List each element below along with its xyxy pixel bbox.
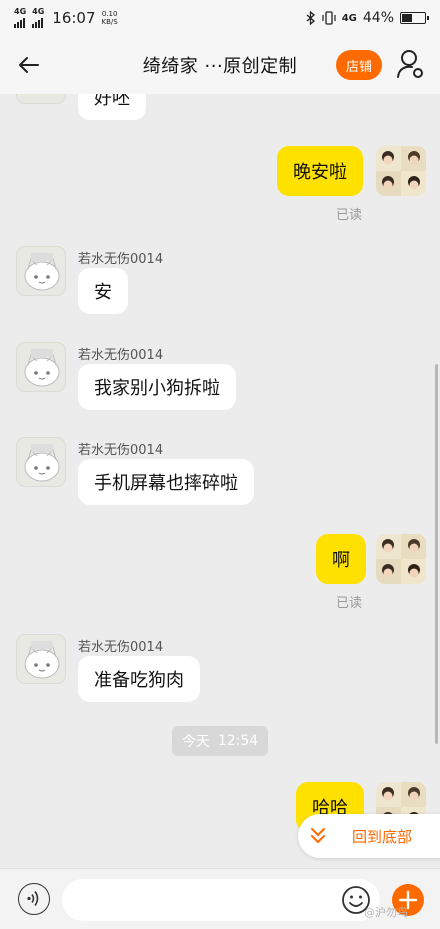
- avatar-photo-collage: [376, 146, 426, 196]
- sender-nickname: 若水无伤0014: [78, 640, 164, 655]
- message-list[interactable]: 好呸 晚安啦 已读 若水无伤0014 安 若水无伤0014 我家别小狗拆啦 若水…: [0, 94, 440, 868]
- network-speed-value: 0.10: [101, 10, 118, 18]
- sender-nickname: 若水无伤0014: [78, 443, 164, 458]
- my-avatar[interactable]: [376, 146, 426, 196]
- message-input[interactable]: [62, 879, 380, 921]
- sender-nickname: 若水无伤0014: [78, 348, 164, 363]
- message-bubble[interactable]: 我家别小狗拆啦: [78, 364, 236, 410]
- message-text: 好呸: [94, 94, 130, 109]
- chat-header: 绮绮家 ···原创定制 店铺: [0, 36, 440, 94]
- shop-button[interactable]: 店铺: [336, 50, 382, 80]
- message-text: 我家别小狗拆啦: [94, 378, 220, 399]
- watermark: @沪勿鸟: [364, 906, 408, 919]
- message-text: 啊: [332, 550, 350, 571]
- battery-icon: [400, 12, 429, 24]
- voice-icon: [27, 891, 39, 906]
- time-separator: 今天 12:54: [172, 726, 268, 756]
- network-type: 4G: [341, 12, 357, 24]
- user-settings-button[interactable]: [396, 48, 426, 80]
- message-bubble[interactable]: 准备吃狗肉: [78, 656, 200, 702]
- signal-1-label: 4G: [14, 7, 27, 16]
- time-clock: 12:54: [217, 733, 259, 749]
- my-message-bubble[interactable]: 啊: [316, 534, 366, 584]
- cat-face-icon: [24, 253, 60, 291]
- message-text: 安: [94, 282, 112, 303]
- user-settings-icon: [397, 50, 423, 78]
- cat-face-icon: [24, 349, 60, 387]
- battery-level: [402, 14, 412, 22]
- signal-bars-icon: [14, 16, 25, 28]
- avatar[interactable]: [16, 437, 66, 487]
- scrollbar[interactable]: [435, 364, 438, 744]
- avatar[interactable]: [16, 634, 66, 684]
- message-bubble[interactable]: 手机屏幕也摔碎啦: [78, 459, 254, 505]
- bluetooth-icon: [306, 11, 315, 25]
- vibrate-icon: [322, 11, 336, 25]
- sender-nickname: 若水无伤0014: [78, 252, 164, 267]
- message-text: 准备吃狗肉: [94, 670, 184, 691]
- read-receipt: 已读: [336, 208, 363, 223]
- double-chevron-down-icon: [311, 828, 325, 843]
- message-text: 晚安啦: [293, 162, 347, 183]
- avatar-photo-collage: [376, 534, 426, 584]
- cat-face-icon: [24, 641, 60, 679]
- my-avatar[interactable]: [376, 534, 426, 584]
- status-right: 4G 44%: [306, 10, 429, 26]
- signal-1: 4G: [14, 8, 26, 28]
- message-bubble[interactable]: 好呸: [78, 94, 146, 120]
- voice-button[interactable]: [18, 883, 50, 915]
- message-bubble[interactable]: 安: [78, 268, 128, 314]
- avatar[interactable]: [16, 94, 66, 104]
- battery-percent: 44%: [362, 10, 394, 26]
- avatar[interactable]: [16, 342, 66, 392]
- signal-2: 4G: [32, 8, 44, 28]
- network-speed: 0.10 KB/S: [102, 10, 118, 26]
- network-speed-unit: KB/S: [101, 18, 118, 26]
- time-day: 今天: [181, 734, 210, 750]
- status-time: 16:07: [52, 9, 96, 27]
- read-receipt: 已读: [336, 596, 363, 611]
- status-left: 4G 4G 16:07 0.10 KB/S: [14, 8, 118, 28]
- signal-2-label: 4G: [32, 7, 45, 16]
- back-to-bottom-label: 回到底部: [352, 827, 413, 846]
- avatar[interactable]: [16, 246, 66, 296]
- status-bar: 4G 4G 16:07 0.10 KB/S 4G 44%: [0, 0, 440, 36]
- signal-bars-icon: [32, 16, 44, 28]
- message-text: 手机屏幕也摔碎啦: [94, 473, 238, 494]
- cat-face-icon: [24, 444, 60, 482]
- back-to-bottom-button[interactable]: 回到底部: [298, 814, 440, 858]
- my-message-bubble[interactable]: 晚安啦: [277, 146, 363, 196]
